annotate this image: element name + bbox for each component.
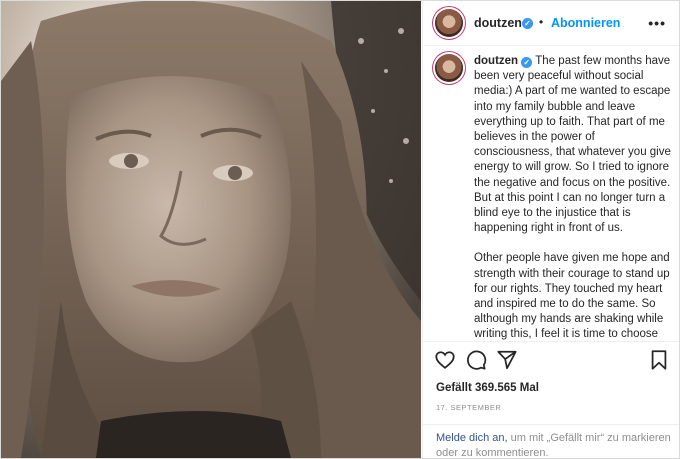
caption-username[interactable]: doutzen xyxy=(474,55,518,67)
caption-text-1: The past few months have been very peace… xyxy=(474,55,671,235)
paper-plane-icon[interactable] xyxy=(496,349,518,371)
post-date[interactable]: 17. SEPTEMBER xyxy=(436,403,501,412)
post-photo[interactable] xyxy=(1,1,421,458)
instagram-post: doutzen ✓ • Abonnieren ••• doutzen ✓ The… xyxy=(0,0,680,459)
heart-outline-icon[interactable] xyxy=(434,349,456,371)
caption-avatar[interactable] xyxy=(435,54,463,82)
more-options-icon[interactable]: ••• xyxy=(648,15,666,31)
follow-button[interactable]: Abonnieren xyxy=(551,16,620,30)
bookmark-icon[interactable] xyxy=(648,349,670,371)
separator-dot: • xyxy=(539,15,544,29)
login-prompt-text: Melde dich an, um mit „Gefällt mir“ zu m… xyxy=(436,431,671,458)
caption-paragraph-2: Other people have given me hope and stre… xyxy=(474,252,670,341)
post-header: doutzen ✓ • Abonnieren ••• xyxy=(423,1,679,46)
portrait-image xyxy=(1,1,421,458)
verified-badge-icon: ✓ xyxy=(522,18,533,29)
caption-area[interactable]: doutzen ✓ The past few months have been … xyxy=(423,46,679,341)
login-link[interactable]: Melde dich an, xyxy=(436,432,508,444)
comment-bubble-icon[interactable] xyxy=(465,349,487,371)
username-link[interactable]: doutzen xyxy=(474,16,522,30)
login-prompt: Melde dich an, um mit „Gefällt mir“ zu m… xyxy=(423,424,679,458)
post-sidebar: doutzen ✓ • Abonnieren ••• doutzen ✓ The… xyxy=(422,1,679,458)
caption-paragraph-1: doutzen ✓ The past few months have been … xyxy=(474,54,674,236)
post-caption: doutzen ✓ The past few months have been … xyxy=(474,54,674,341)
verified-badge-icon: ✓ xyxy=(521,57,533,68)
post-actions: Gefällt 369.565 Mal 17. SEPTEMBER Melde … xyxy=(423,341,679,458)
profile-avatar[interactable] xyxy=(435,9,463,37)
like-count[interactable]: Gefällt 369.565 Mal xyxy=(436,382,539,394)
